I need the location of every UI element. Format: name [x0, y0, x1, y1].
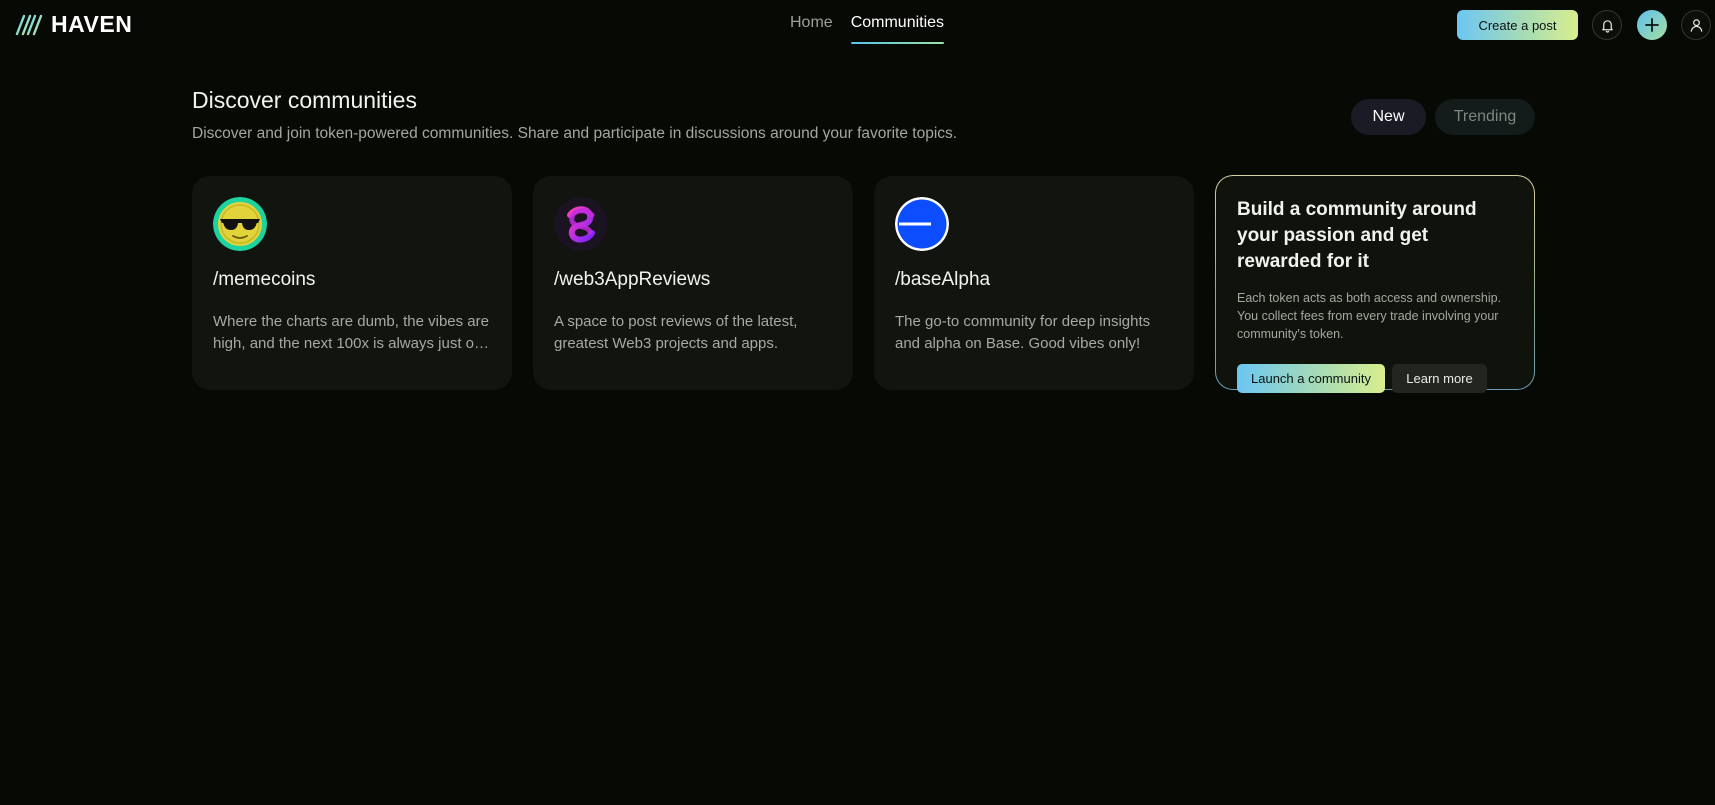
memecoins-avatar: [213, 197, 267, 251]
new-button[interactable]: [1637, 10, 1667, 40]
web3appreviews-avatar: [554, 197, 608, 251]
community-description: Where the charts are dumb, the vibes are…: [213, 313, 491, 352]
logo[interactable]: HAVEN: [15, 11, 132, 38]
nav-communities[interactable]: Communities: [850, 0, 945, 44]
sort-tabs: New Trending: [1351, 99, 1535, 135]
nav-home[interactable]: Home: [790, 0, 833, 44]
notifications-button[interactable]: [1592, 10, 1622, 40]
page-subtitle: Discover and join token-powered communit…: [192, 125, 958, 142]
community-name: /memecoins: [213, 269, 316, 290]
tab-new[interactable]: New: [1351, 99, 1426, 135]
sunglasses-coin-icon: [213, 197, 267, 251]
promo-content: Build a community around your passion an…: [1216, 176, 1534, 393]
main-nav: Home Communities: [790, 0, 945, 44]
infinity-knot-icon: [554, 197, 608, 251]
launch-community-promo: Build a community around your passion an…: [1215, 175, 1535, 393]
promo-title: Build a community around your passion an…: [1237, 199, 1477, 272]
launch-community-button[interactable]: Launch a community: [1237, 364, 1385, 393]
profile-button[interactable]: [1681, 10, 1711, 40]
user-icon: [1690, 18, 1702, 32]
promo-actions: Launch a community Learn more: [1237, 364, 1513, 393]
plus-icon: [1645, 18, 1659, 32]
community-description: The go-to community for deep insights an…: [895, 313, 1151, 352]
promo-description: Each token acts as both access and owner…: [1237, 291, 1502, 341]
bell-icon: [1601, 19, 1613, 33]
brand-name: HAVEN: [51, 11, 133, 37]
community-card-web3appreviews[interactable]: /web3AppReviews A space to post reviews …: [533, 176, 853, 390]
top-bar: HAVEN Home Communities Create a post: [0, 0, 1715, 50]
community-card-memecoins[interactable]: /memecoins Where the charts are dumb, th…: [192, 176, 512, 390]
base-logo-icon: [895, 197, 949, 251]
basealpha-avatar: [895, 197, 949, 251]
community-name: /baseAlpha: [895, 269, 991, 290]
haven-logo-icon: [15, 14, 43, 35]
learn-more-button[interactable]: Learn more: [1392, 364, 1487, 393]
create-post-button[interactable]: Create a post: [1457, 10, 1578, 40]
page-title: Discover communities: [192, 87, 417, 113]
community-description: A space to post reviews of the latest, g…: [554, 313, 798, 352]
community-card-basealpha[interactable]: /baseAlpha The go-to community for deep …: [874, 176, 1194, 390]
community-name: /web3AppReviews: [554, 269, 711, 290]
tab-trending[interactable]: Trending: [1435, 99, 1535, 135]
